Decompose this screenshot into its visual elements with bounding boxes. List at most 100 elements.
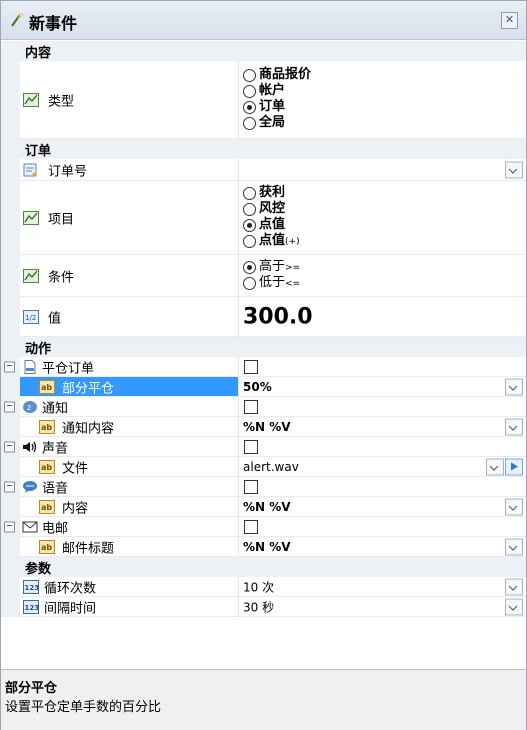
sound-file-dropdown[interactable] — [486, 458, 504, 475]
partial-close-dropdown[interactable] — [505, 378, 523, 395]
radio-risk[interactable]: 风控 — [243, 201, 300, 217]
svg-text:1/2: 1/2 — [25, 314, 36, 322]
play-icon[interactable] — [505, 458, 523, 475]
order-number-row[interactable]: 订单号 — [1, 159, 526, 181]
voice-content-row[interactable]: ab 内容 %N %V — [1, 497, 526, 517]
notify-checkbox[interactable] — [244, 399, 258, 414]
close-order-row[interactable]: − 平仓订单 — [1, 357, 526, 377]
sound-row[interactable]: − 声音 — [1, 437, 526, 457]
email-subject-value[interactable]: %N %V — [243, 540, 291, 554]
order-number-label: 订单号 — [48, 164, 88, 179]
condition-row[interactable]: 条件 高于>= 低于<= — [1, 255, 526, 297]
svg-text:ab: ab — [41, 383, 52, 392]
radio-global[interactable]: 全局 — [243, 115, 311, 131]
description-title: 部分平仓 — [5, 681, 58, 696]
text-field-icon: ab — [39, 539, 55, 554]
chart-icon — [23, 92, 39, 107]
notify-content-dropdown[interactable] — [505, 418, 523, 435]
order-number-dropdown[interactable] — [505, 161, 523, 178]
radio-below[interactable]: 低于<= — [243, 275, 300, 291]
sound-file-label: 文件 — [62, 461, 89, 476]
notify-row[interactable]: − z 通知 — [1, 397, 526, 417]
category-label: 动作 — [25, 342, 52, 357]
collapse-toggle[interactable]: − — [4, 521, 15, 533]
close-order-checkbox[interactable] — [244, 359, 258, 374]
partial-close-row[interactable]: ab 部分平仓 50% — [1, 377, 526, 397]
category-actions: 动作 — [1, 337, 526, 357]
interval-label: 间隔时间 — [44, 601, 97, 616]
email-row[interactable]: − 电邮 — [1, 517, 526, 537]
type-row[interactable]: 类型 商品报价 帐户 订单 全局 — [1, 61, 526, 139]
collapse-toggle[interactable]: − — [4, 361, 15, 373]
interval-row[interactable]: 123 间隔时间 30 秒 — [1, 597, 526, 617]
voice-checkbox[interactable] — [244, 479, 258, 494]
radio-quote[interactable]: 商品报价 — [243, 67, 311, 83]
window-title: 新事件 — [29, 14, 78, 33]
value-input[interactable]: 300.0 — [243, 304, 313, 329]
interval-dropdown[interactable] — [505, 598, 523, 615]
email-subject-label: 邮件标题 — [62, 541, 115, 556]
notify-content-row[interactable]: ab 通知内容 %N %V — [1, 417, 526, 437]
category-label: 内容 — [25, 46, 52, 61]
svg-text:123: 123 — [25, 584, 40, 592]
numeric-field-icon: 123 — [23, 599, 40, 614]
close-order-label: 平仓订单 — [42, 361, 95, 376]
condition-label: 条件 — [48, 270, 75, 285]
voice-row[interactable]: − 语音 — [1, 477, 526, 497]
radio-profit[interactable]: 获利 — [243, 185, 300, 201]
category-order: 订单 — [1, 139, 526, 159]
email-label: 电邮 — [42, 521, 69, 536]
sound-label: 声音 — [42, 441, 69, 456]
svg-text:ab: ab — [41, 423, 52, 432]
chart-icon — [23, 268, 39, 283]
email-subject-row[interactable]: ab 邮件标题 %N %V — [1, 537, 526, 557]
svg-text:ab: ab — [41, 503, 52, 512]
collapse-toggle[interactable]: − — [4, 481, 15, 493]
loop-count-row[interactable]: 123 循环次数 10 次 — [1, 577, 526, 597]
numeric-field-icon: 123 — [23, 579, 40, 594]
notify-label: 通知 — [42, 401, 69, 416]
category-params: 参数 — [1, 557, 526, 577]
svg-text:z: z — [27, 403, 31, 412]
title-bar: 新事件 ✕ — [1, 1, 526, 40]
description-pane: 部分平仓 设置平仓定单手数的百分比 — [1, 669, 526, 730]
speech-bubble-icon — [23, 480, 37, 493]
svg-text:ab: ab — [41, 463, 52, 472]
text-field-icon: ab — [39, 499, 55, 514]
order-ticket-icon — [23, 163, 37, 177]
close-button[interactable]: ✕ — [501, 12, 518, 29]
type-label: 类型 — [48, 94, 75, 109]
svg-text:ab: ab — [41, 543, 52, 552]
svg-text:123: 123 — [25, 604, 40, 612]
category-label: 参数 — [25, 562, 52, 577]
partial-close-value[interactable]: 50% — [243, 380, 272, 394]
category-label: 订单 — [25, 144, 52, 159]
description-text: 设置平仓定单手数的百分比 — [5, 700, 162, 715]
email-checkbox[interactable] — [244, 519, 258, 534]
notify-content-value[interactable]: %N %V — [243, 420, 291, 434]
sound-file-row[interactable]: ab 文件 alert.wav — [1, 457, 526, 477]
chart-icon — [23, 210, 39, 225]
voice-label: 语音 — [42, 481, 69, 496]
category-content: 内容 — [1, 41, 526, 61]
interval-value[interactable]: 30 秒 — [243, 598, 274, 615]
radio-account[interactable]: 帐户 — [243, 83, 311, 99]
voice-content-value[interactable]: %N %V — [243, 500, 291, 514]
value-row[interactable]: 1/2 值 300.0 — [1, 297, 526, 337]
voice-content-dropdown[interactable] — [505, 498, 523, 515]
loop-count-value[interactable]: 10 次 — [243, 578, 274, 595]
radio-points[interactable]: 点值 — [243, 217, 300, 233]
item-radio-group: 获利 风控 点值 点值(+) — [243, 185, 300, 249]
radio-above[interactable]: 高于>= — [243, 259, 300, 275]
item-row[interactable]: 项目 获利 风控 点值 点值(+) — [1, 181, 526, 255]
collapse-toggle[interactable]: − — [4, 441, 15, 453]
loop-count-dropdown[interactable] — [505, 578, 523, 595]
radio-points-plus[interactable]: 点值(+) — [243, 233, 300, 249]
email-subject-dropdown[interactable] — [505, 538, 523, 555]
sound-checkbox[interactable] — [244, 439, 258, 454]
sound-file-value[interactable]: alert.wav — [243, 460, 299, 474]
text-field-icon: ab — [39, 419, 55, 434]
value-icon: 1/2 — [23, 309, 39, 324]
radio-order[interactable]: 订单 — [243, 99, 311, 115]
collapse-toggle[interactable]: − — [4, 401, 15, 413]
